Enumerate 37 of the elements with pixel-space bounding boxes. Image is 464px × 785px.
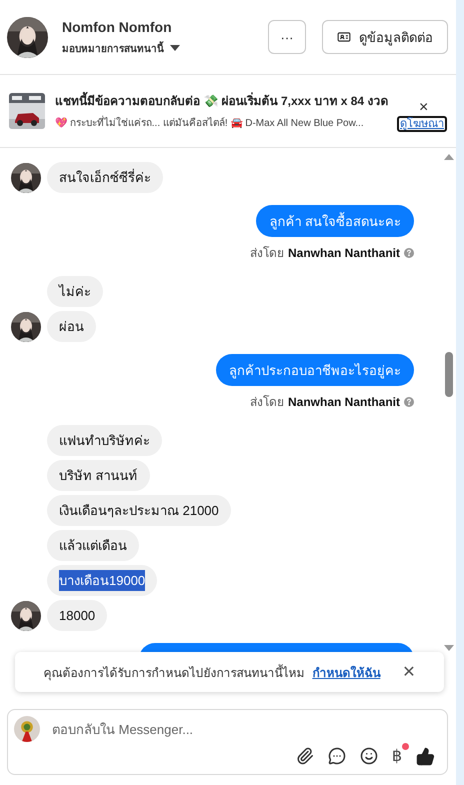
ad-subtitle: 💖 กระบะที่ไม่ใช่แค่รถ... แต่มันคือสไตล์! 🚘 D-Max All New Blue Pow... <box>55 115 364 130</box>
contact-card-icon <box>337 30 351 44</box>
message-bubble: ลูกค้าประกอบอาชีพอะไรอยู่คะ <box>216 354 414 386</box>
message-bubble: บริษัท สานนท์ <box>47 460 150 491</box>
attach-icon[interactable] <box>296 747 314 765</box>
caret-icon[interactable] <box>170 45 180 51</box>
ad-title: แชทนี้มีข้อความตอบกลับต่อ 💸 ผ่อนเริ่มต้น 7,xxx บาท x 84 งวด <box>55 90 388 110</box>
message-bubble: ลูกค้า สนใจซื้อสดนะคะ <box>256 205 414 237</box>
help-icon[interactable] <box>404 396 414 406</box>
payment-button[interactable]: ฿ <box>392 746 402 766</box>
message-bubble: สนใจเอ็กซ์ซีรี่ค่ะ <box>47 162 163 193</box>
notice-text: คุณต้องการได้รับการกำหนดไปยังการสนทนานี้ไหม <box>43 663 304 682</box>
message-bubble: เงินเดือนๆละประมาณ 21000 <box>47 495 231 526</box>
message-bubble: บางเดือน19000 <box>47 565 158 596</box>
emoji-icon[interactable] <box>360 747 378 765</box>
more-button[interactable]: ··· <box>268 20 306 54</box>
scroll-up-icon[interactable] <box>444 154 454 160</box>
message-bubble: 18000 <box>47 600 108 631</box>
scrollbar-thumb[interactable] <box>445 352 453 397</box>
contact-info-button[interactable]: ดูข้อมูลติดต่อ <box>322 20 448 54</box>
message-bubble: ไม่ค่ะ <box>47 276 103 307</box>
close-icon[interactable]: ✕ <box>402 662 416 682</box>
like-icon[interactable] <box>416 746 435 766</box>
message-bubble: แฟนทำบริษัทค่ะ <box>47 425 162 456</box>
chat-bubble-icon[interactable] <box>328 747 346 765</box>
message-bubble: แล้วแต่เดือน <box>47 530 139 561</box>
assign-dropdown[interactable]: มอบหมายการสนทนานี้ <box>62 40 164 56</box>
close-icon[interactable]: × <box>419 100 428 116</box>
assign-to-me-link[interactable]: กำหนดให้ฉัน <box>312 662 380 682</box>
help-icon[interactable] <box>404 248 414 258</box>
sender-label: ส่งโดย Nanwhan Nanthanit <box>250 392 414 411</box>
sender-label: ส่งโดย Nanwhan Nanthanit <box>250 243 414 262</box>
view-ad-link[interactable]: ดูโฆษณา <box>397 116 447 132</box>
scroll-down-icon[interactable] <box>444 645 454 651</box>
message-bubble: ผ่อน <box>47 311 96 342</box>
contact-name: Nomfon Nomfon <box>62 18 173 34</box>
reply-field[interactable]: ตอบกลับใน Messenger... ฿ <box>7 709 448 775</box>
